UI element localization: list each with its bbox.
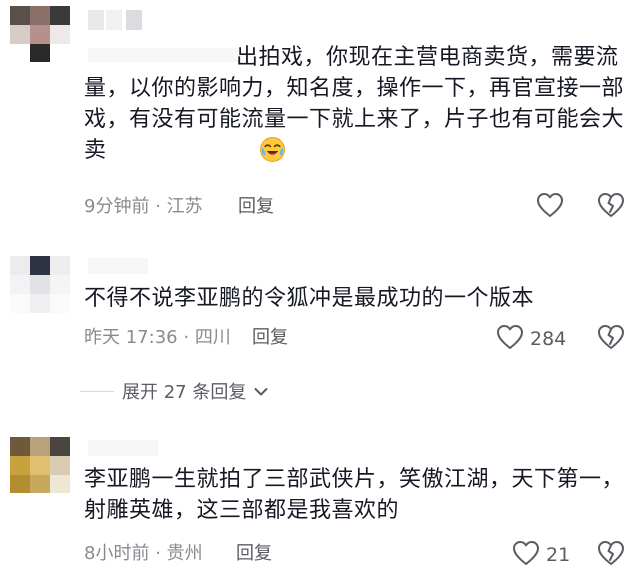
comment-time: 昨天 17:36 [84, 327, 178, 348]
comment-text: 李亚鹏一生就拍了三部武侠片，笑傲江湖，天下第一，射雕英雄，这三部都是我喜欢的 [84, 467, 625, 523]
comment-location: 四川 [194, 327, 231, 348]
comment-time: 9分钟前 [84, 196, 150, 217]
heart-icon [496, 324, 524, 354]
like-button[interactable]: 284 [496, 324, 566, 354]
broken-heart-icon [597, 193, 625, 222]
dislike-button[interactable] [597, 324, 625, 354]
avatar[interactable] [10, 6, 70, 62]
comment-location: 江苏 [166, 196, 203, 217]
like-button[interactable]: 21 [512, 540, 570, 570]
meta-separator: · [155, 543, 161, 564]
like-count: 21 [546, 544, 571, 566]
reply-button[interactable]: 回复 [236, 543, 272, 565]
like-count: 284 [530, 328, 567, 350]
heart-icon [536, 192, 564, 222]
broken-heart-icon [597, 541, 625, 570]
comment-meta: 8小时前 · 贵州 [84, 543, 203, 565]
broken-heart-icon [597, 325, 625, 354]
comment-location: 贵州 [166, 543, 203, 564]
avatar[interactable] [10, 256, 70, 314]
expand-divider [80, 390, 114, 392]
comment-meta: 9分钟前 · 江苏 [84, 196, 203, 218]
username-redacted[interactable] [88, 258, 148, 274]
comment-text: 出拍戏，你现在主营电商卖货，需要流量，以你的影响力，知名度，操作一下，再官宣接一… [84, 42, 624, 172]
dislike-button[interactable] [597, 192, 625, 222]
username-redacted[interactable] [88, 10, 158, 30]
chevron-down-icon [254, 381, 268, 402]
reply-button[interactable]: 回复 [252, 327, 288, 349]
expand-replies-label: 展开 27 条回复 [122, 382, 247, 403]
comment-text: 不得不说李亚鹏的令狐冲是最成功的一个版本 [84, 286, 535, 311]
dislike-button[interactable] [597, 540, 625, 570]
meta-separator: · [183, 327, 190, 348]
avatar[interactable] [10, 437, 70, 493]
username-redacted[interactable] [88, 440, 158, 456]
meta-separator: · [155, 196, 161, 217]
crying-laughing-emoji-icon [107, 136, 286, 172]
comment-meta: 昨天 17:36 · 四川 [84, 327, 231, 349]
comment-time: 8小时前 [84, 543, 150, 564]
like-button[interactable] [536, 192, 570, 222]
heart-icon [512, 540, 540, 570]
reply-button[interactable]: 回复 [238, 196, 274, 218]
expand-replies-button[interactable]: 展开 27 条回复 [80, 378, 268, 404]
